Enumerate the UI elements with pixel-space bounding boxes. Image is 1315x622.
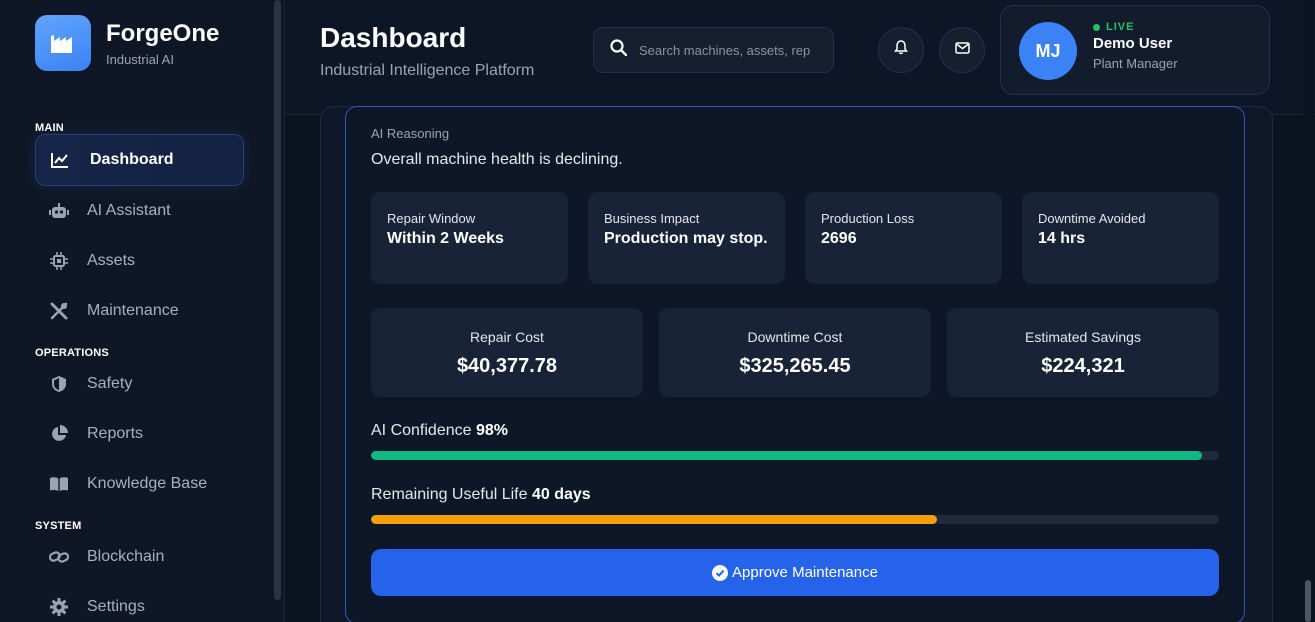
approve-maintenance-button[interactable]: Approve Maintenance <box>371 549 1219 596</box>
notifications-button[interactable] <box>878 27 924 73</box>
search-input[interactable] <box>639 42 819 58</box>
sidebar-item-label: AI Assistant <box>87 202 171 219</box>
tile-label: Repair Window <box>387 211 476 226</box>
nav-section-main: MAIN <box>35 122 64 134</box>
metric-value: 40 days <box>531 486 591 503</box>
tile-value: 2696 <box>821 230 857 247</box>
search-icon <box>610 39 628 61</box>
metric-name: AI Confidence <box>371 422 472 439</box>
cost-value: $40,377.78 <box>456 355 558 377</box>
reasoning-text: Overall machine health is declining. <box>371 151 623 168</box>
envelope-icon <box>954 41 970 59</box>
live-dot-icon <box>1093 23 1100 31</box>
user-profile-card[interactable]: MJ LIVE Demo User Plant Manager <box>1000 5 1270 95</box>
pie-chart-icon <box>49 424 69 444</box>
remaining-life-fill <box>371 515 937 524</box>
user-role: Plant Manager <box>1093 56 1178 71</box>
sidebar-item-safety[interactable]: Safety <box>35 358 244 410</box>
ai-confidence-progress <box>371 451 1219 460</box>
shield-icon <box>49 374 69 394</box>
business-impact-tile: Business Impact Production may stop. <box>588 192 785 284</box>
tile-value: 14 hrs <box>1038 230 1086 247</box>
ai-confidence-fill <box>371 451 1203 460</box>
tile-label: Business Impact <box>604 211 700 226</box>
cost-value: $325,265.45 <box>739 355 851 377</box>
sidebar-item-knowledge-base[interactable]: Knowledge Base <box>35 458 244 510</box>
sidebar-item-maintenance[interactable]: Maintenance <box>35 285 244 337</box>
cost-label: Downtime Cost <box>747 329 843 345</box>
sidebar-item-blockchain[interactable]: Blockchain <box>35 531 244 583</box>
repair-window-tile: Repair Window Within 2 Weeks <box>371 192 568 284</box>
chart-line-icon <box>50 150 70 170</box>
metric-value: 98% <box>475 422 508 439</box>
app-root: ForgeOne Industrial AI MAIN Dashboard AI… <box>0 0 1315 622</box>
live-status: LIVE <box>1093 21 1134 33</box>
gear-icon <box>49 597 69 617</box>
book-icon <box>49 474 69 494</box>
page-subtitle: Industrial Intelligence Platform <box>320 62 535 79</box>
user-name: Demo User <box>1093 35 1173 52</box>
tile-label: Production Loss <box>821 211 915 226</box>
brand-subtitle: Industrial AI <box>106 51 174 67</box>
cost-label: Repair Cost <box>470 329 544 345</box>
page-title: Dashboard <box>320 22 467 53</box>
tile-label: Downtime Avoided <box>1038 211 1146 226</box>
robot-icon <box>49 201 69 221</box>
cost-label: Estimated Savings <box>1025 329 1141 345</box>
estimated-savings-tile: Estimated Savings $224,321 <box>947 308 1219 397</box>
ai-reasoning-card: AI Reasoning Overall machine health is d… <box>345 106 1245 622</box>
messages-button[interactable] <box>939 27 985 73</box>
metric-name: Remaining Useful Life <box>371 486 528 503</box>
sidebar-item-label: Knowledge Base <box>87 475 208 492</box>
downtime-cost-tile: Downtime Cost $325,265.45 <box>659 308 931 397</box>
tile-value: Within 2 Weeks <box>387 230 504 247</box>
sidebar-item-ai-assistant[interactable]: AI Assistant <box>35 185 244 237</box>
production-loss-tile: Production Loss 2696 <box>805 192 1002 284</box>
sidebar-item-reports[interactable]: Reports <box>35 408 244 460</box>
brand-name: ForgeOne <box>106 19 220 47</box>
tile-value: Production may stop. <box>604 230 768 247</box>
reasoning-label: AI Reasoning <box>371 126 450 141</box>
sidebar-item-label: Safety <box>87 375 133 392</box>
approve-button-label: Approve Maintenance <box>732 564 878 581</box>
sidebar: ForgeOne Industrial AI MAIN Dashboard AI… <box>0 0 285 622</box>
factory-icon <box>35 15 91 71</box>
live-status-label: LIVE <box>1106 21 1135 33</box>
search-box[interactable] <box>593 27 834 73</box>
remaining-life-progress <box>371 515 1219 524</box>
sidebar-item-label: Settings <box>87 598 145 615</box>
chip-icon <box>49 251 69 271</box>
sidebar-item-dashboard[interactable]: Dashboard <box>35 134 244 186</box>
sidebar-item-label: Dashboard <box>90 151 174 168</box>
sidebar-scrollbar[interactable] <box>274 0 281 600</box>
top-header: Dashboard Industrial Intelligence Platfo… <box>285 0 1315 115</box>
repair-cost-tile: Repair Cost $40,377.78 <box>371 308 643 397</box>
remaining-life-label: Remaining Useful Life 40 days <box>371 486 591 504</box>
downtime-avoided-tile: Downtime Avoided 14 hrs <box>1022 192 1219 284</box>
main-content: AI Reasoning Overall machine health is d… <box>285 106 1315 622</box>
sidebar-item-label: Assets <box>87 252 136 269</box>
bell-icon <box>894 40 908 60</box>
cost-value: $224,321 <box>1041 355 1125 377</box>
sidebar-item-assets[interactable]: Assets <box>35 235 244 287</box>
sidebar-item-label: Blockchain <box>87 548 165 565</box>
link-icon <box>49 547 69 567</box>
sidebar-item-settings[interactable]: Settings <box>35 581 244 622</box>
sidebar-item-label: Maintenance <box>87 302 179 319</box>
sidebar-item-label: Reports <box>87 425 144 442</box>
check-circle-icon <box>712 564 729 581</box>
brand[interactable]: ForgeOne Industrial AI <box>35 15 219 71</box>
avatar: MJ <box>1019 22 1077 80</box>
tools-icon <box>49 301 69 321</box>
page-scrollbar[interactable] <box>1303 0 1313 622</box>
page-scrollbar-thumb[interactable] <box>1305 580 1311 622</box>
ai-confidence-label: AI Confidence 98% <box>371 422 508 440</box>
